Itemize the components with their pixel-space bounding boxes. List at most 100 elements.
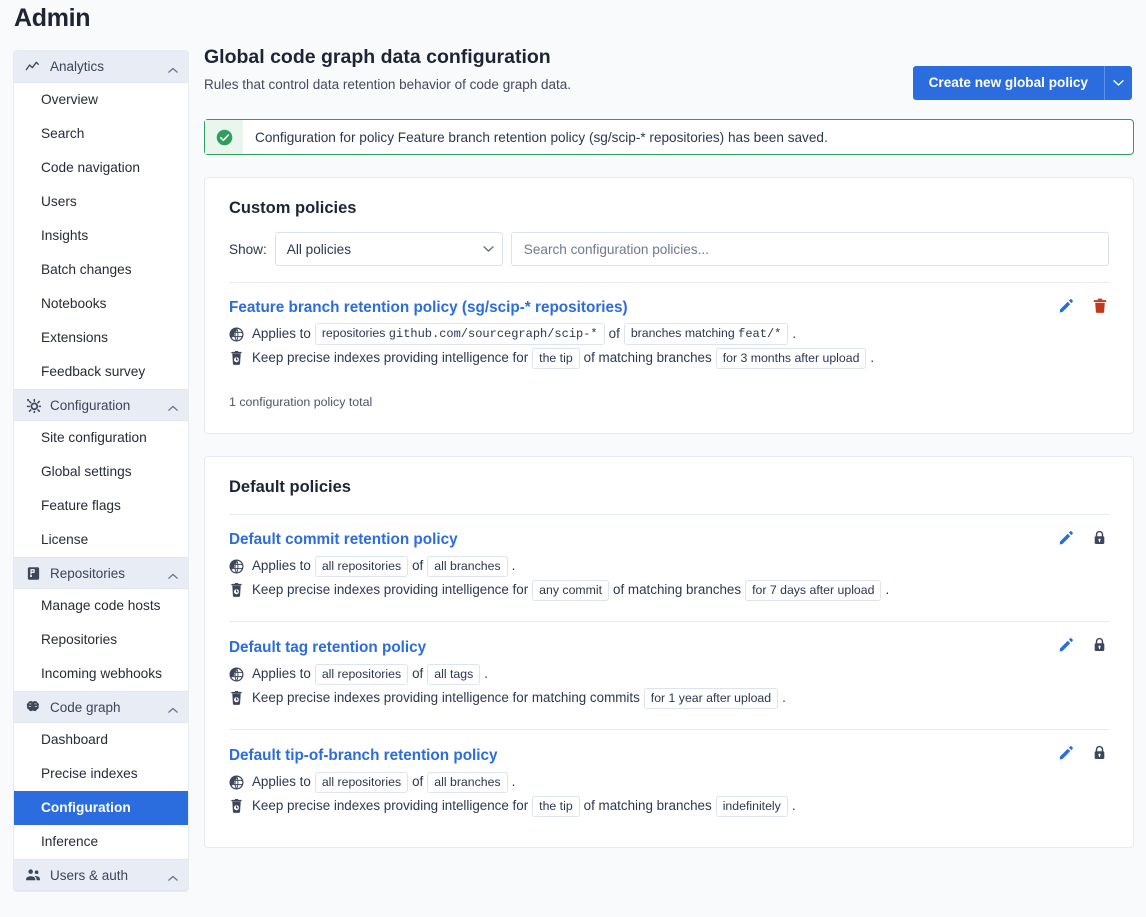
keep-period: . [782, 690, 786, 705]
earth-icon [229, 327, 244, 341]
policy-badge: for 7 days after upload [745, 579, 882, 601]
sidebar-item-feedback-survey[interactable]: Feedback survey [14, 355, 188, 389]
policy-badge: the tip [532, 795, 580, 817]
policy-name-link[interactable]: Default commit retention policy [229, 530, 458, 550]
sidebar-item-notebooks[interactable]: Notebooks [14, 287, 188, 321]
sidebar-group-repositories[interactable]: Repositories [14, 557, 188, 589]
line-chart-icon [25, 61, 39, 70]
line-chart-icon [25, 59, 41, 75]
source-repository-icon [25, 565, 41, 581]
locked-policy-icon[interactable] [1091, 529, 1108, 546]
policy-name-link[interactable]: Default tip-of-branch retention policy [229, 746, 498, 766]
sidebar-item-overview[interactable]: Overview [14, 83, 188, 117]
check-circle-icon [216, 129, 232, 145]
sidebar-item-feature-flags[interactable]: Feature flags [14, 489, 188, 523]
sidebar-item-insights[interactable]: Insights [14, 219, 188, 253]
applies-separator: of [412, 558, 424, 573]
sidebar-item-site-configuration[interactable]: Site configuration [14, 421, 188, 455]
badge-text: all tags [434, 666, 474, 681]
source-repository-icon [27, 566, 39, 580]
policy-name-link[interactable]: Feature branch retention policy (sg/scip… [229, 298, 628, 318]
search-policies-input[interactable] [510, 232, 1109, 266]
chevron-up-icon[interactable] [168, 400, 178, 411]
trash-icon [1093, 298, 1106, 313]
chevron-up-icon[interactable] [168, 702, 178, 713]
sidebar-item-users[interactable]: Users [14, 185, 188, 219]
sidebar-group-analytics[interactable]: Analytics [14, 51, 188, 83]
locked-policy-icon[interactable] [1091, 744, 1108, 761]
create-policy-button-group: Create new global policy [912, 66, 1132, 100]
policy-actions [1057, 297, 1108, 314]
applies-prefix-text: Applies to [252, 666, 311, 681]
policy-applies-line: Applies to all repositories of all tags. [229, 663, 1109, 685]
applies-period: . [484, 666, 488, 681]
sidebar-item-global-settings[interactable]: Global settings [14, 455, 188, 489]
earth-icon [229, 559, 244, 574]
badge-text: the tip [539, 350, 573, 365]
policy-badge: all repositories [314, 555, 409, 577]
sidebar-item-batch-changes[interactable]: Batch changes [14, 253, 188, 287]
edit-policy-button[interactable] [1057, 529, 1074, 546]
chevron-up-icon [168, 67, 178, 73]
sidebar-item-inference[interactable]: Inference [14, 825, 188, 859]
policy-badge: all repositories [314, 771, 409, 793]
edit-policy-button[interactable] [1057, 636, 1074, 653]
cog-icon [26, 398, 41, 413]
sidebar-item-code-navigation[interactable]: Code navigation [14, 151, 188, 185]
sidebar-group-label: Code graph [50, 699, 121, 715]
policy-type-select-wrapper: All policies [274, 232, 503, 266]
badge-text: for 1 year after upload [650, 690, 772, 705]
policy-actions [1057, 529, 1108, 546]
keep-prefix-text: Keep precise indexes providing intellige… [252, 582, 529, 597]
sidebar-item-extensions[interactable]: Extensions [14, 321, 188, 355]
account-multiple-icon [26, 869, 40, 881]
sidebar-item-precise-indexes[interactable]: Precise indexes [14, 757, 188, 791]
sidebar-group-users-auth[interactable]: Users & auth [14, 859, 188, 891]
lock-icon [1094, 637, 1105, 651]
create-new-global-policy-button[interactable]: Create new global policy [912, 66, 1104, 100]
policy-actions [1057, 636, 1108, 653]
applies-separator: of [412, 666, 424, 681]
policy-applies-line: Applies to repositories github.com/source… [229, 323, 1109, 345]
alert-icon-container [205, 120, 243, 154]
policy-badge: all repositories [314, 663, 409, 685]
edit-policy-button[interactable] [1057, 744, 1074, 761]
policy-type-select[interactable]: All policies [274, 232, 503, 266]
create-policy-dropdown-button[interactable] [1104, 66, 1132, 100]
keep-middle-text: of matching branches [613, 582, 742, 597]
chevron-up-icon [168, 405, 178, 411]
sidebar-item-manage-code-hosts[interactable]: Manage code hosts [14, 589, 188, 623]
keep-period: . [791, 798, 796, 813]
lock-icon [1094, 530, 1105, 544]
default-policies-title: Default policies [229, 478, 351, 496]
locked-policy-icon[interactable] [1091, 636, 1108, 653]
badge-mono-text: feat/* [738, 327, 782, 341]
lock-icon [1094, 745, 1105, 759]
sidebar-item-repositories[interactable]: Repositories [14, 623, 188, 657]
policy-name-link[interactable]: Default tag retention policy [229, 638, 426, 658]
keep-prefix-text: Keep precise indexes providing intellige… [252, 690, 640, 705]
sidebar-group-code-graph[interactable]: Code graph [14, 691, 188, 723]
sidebar-item-incoming-webhooks[interactable]: Incoming webhooks [14, 657, 188, 691]
applies-prefix-text: Applies to [252, 774, 311, 789]
show-filter-label: Show: [229, 241, 267, 257]
badge-text: the tip [539, 798, 573, 813]
chevron-up-icon[interactable] [168, 870, 178, 881]
badge-text: indefinitely [722, 798, 781, 813]
delete-clock-icon [229, 690, 244, 706]
chevron-up-icon[interactable] [168, 568, 178, 579]
sidebar-item-dashboard[interactable]: Dashboard [14, 723, 188, 757]
chevron-up-icon[interactable] [168, 62, 178, 73]
delete-policy-button[interactable] [1091, 297, 1108, 314]
sidebar-item-configuration[interactable]: Configuration [14, 791, 188, 825]
sidebar-group-configuration[interactable]: Configuration [14, 389, 188, 421]
chevron-up-icon [168, 573, 178, 579]
applies-period: . [511, 558, 516, 573]
sidebar-item-license[interactable]: License [14, 523, 188, 557]
pencil-icon [1059, 745, 1073, 760]
sidebar-group-label: Users & auth [50, 867, 129, 883]
chevron-up-icon [168, 875, 178, 881]
sidebar-item-search[interactable]: Search [14, 117, 188, 151]
edit-policy-button[interactable] [1057, 297, 1074, 314]
badge-text: for 7 days after upload [752, 582, 875, 597]
